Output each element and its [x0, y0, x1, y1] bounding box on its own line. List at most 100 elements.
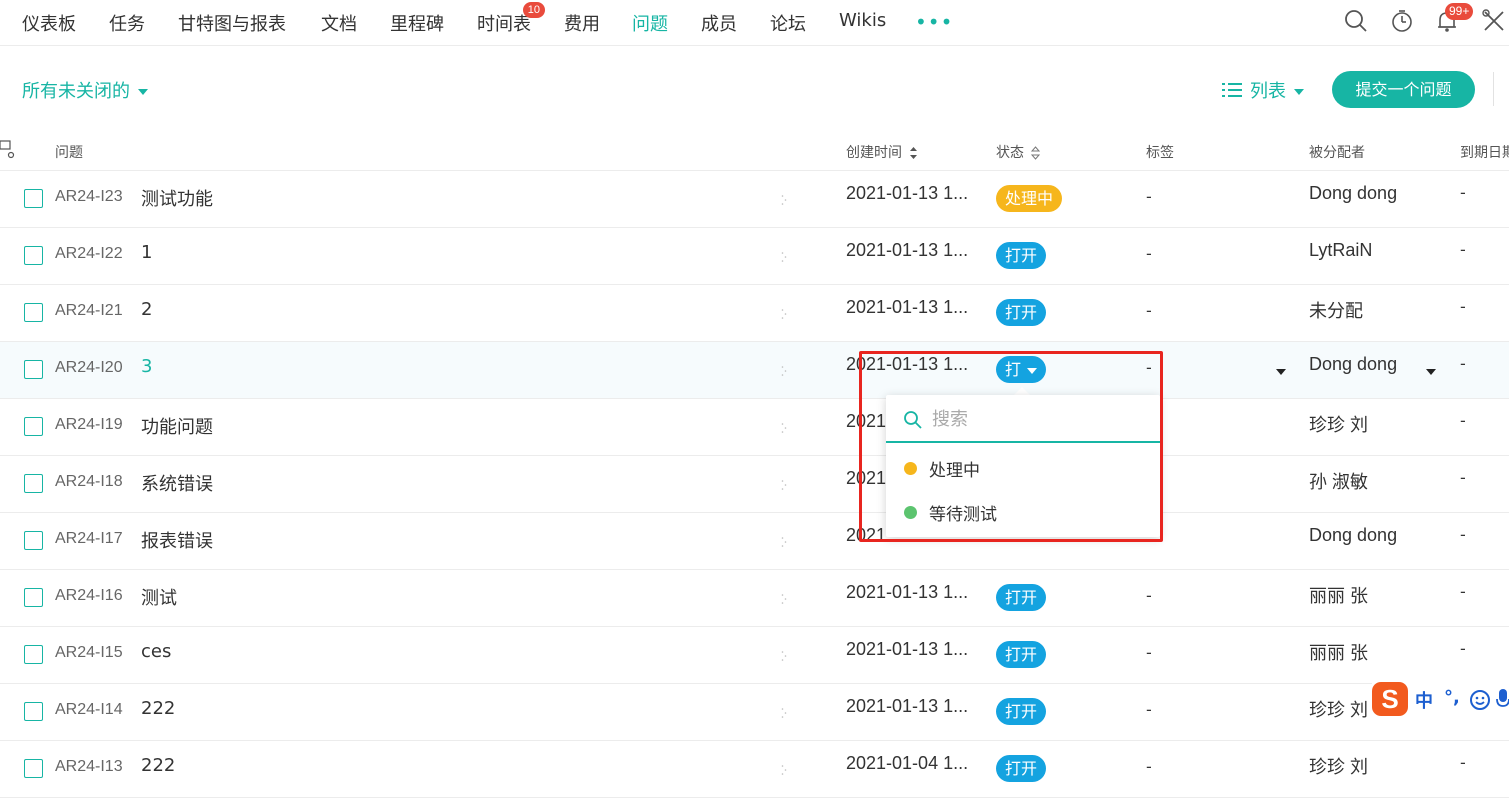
ime-mode-toggle[interactable]: 中 — [1415, 687, 1433, 713]
table-row-hovered[interactable]: AR24-I20 3 2021-01-13 1... 打 - Dong dong… — [0, 342, 1509, 399]
assignee-cell[interactable]: 未分配 — [1309, 297, 1363, 323]
row-checkbox[interactable] — [24, 189, 43, 208]
table-row[interactable]: AR24-I13 222 2021-01-04 1... 打开 - 珍珍 刘 - — [0, 741, 1509, 798]
status-badge[interactable]: 处理中 — [996, 185, 1063, 212]
assignee-cell[interactable]: Dong dong — [1309, 183, 1397, 204]
drag-handle-icon[interactable] — [781, 706, 787, 720]
issue-title[interactable]: 测试功能 — [141, 185, 213, 211]
drag-handle-icon[interactable] — [781, 250, 787, 264]
row-checkbox[interactable] — [24, 246, 43, 265]
search-icon[interactable] — [1343, 8, 1369, 34]
drag-handle-icon[interactable] — [781, 649, 787, 663]
status-badge[interactable]: 打开 — [996, 698, 1047, 725]
nav-milestones[interactable]: 里程碑 — [390, 10, 444, 36]
drag-handle-icon[interactable] — [781, 193, 787, 207]
ime-logo-icon[interactable]: S — [1372, 682, 1408, 716]
row-checkbox[interactable] — [24, 645, 43, 664]
header-created-label: 创建时间 — [846, 145, 902, 161]
assignee-cell[interactable]: 珍珍 刘 — [1309, 696, 1368, 722]
status-badge[interactable]: 打开 — [996, 584, 1047, 611]
view-mode-dropdown[interactable]: 列表 — [1222, 77, 1304, 103]
table-row[interactable]: AR24-I16 测试 2021-01-13 1... 打开 - 丽丽 张 - — [0, 570, 1509, 627]
tags-cell: - — [1146, 358, 1152, 377]
assignee-cell[interactable]: Dong dong — [1309, 525, 1397, 546]
row-checkbox[interactable] — [24, 759, 43, 778]
table-row[interactable]: AR24-I19 功能问题 2021 珍珍 刘 - — [0, 399, 1509, 456]
status-badge[interactable]: 打开 — [996, 641, 1047, 668]
nav-documents[interactable]: 文档 — [321, 10, 357, 36]
issue-title[interactable]: ces — [141, 641, 171, 662]
table-row[interactable]: AR24-I14 222 2021-01-13 1... 打开 - 珍珍 刘 — [0, 684, 1509, 741]
microphone-icon[interactable] — [1496, 688, 1509, 712]
tools-icon[interactable] — [1481, 8, 1507, 34]
header-created-sortable[interactable]: 创建时间 — [846, 142, 918, 162]
issue-title[interactable]: 功能问题 — [141, 413, 213, 439]
nav-issues[interactable]: 问题 — [632, 10, 668, 36]
column-settings-icon[interactable] — [0, 140, 16, 160]
issue-title[interactable]: 报表错误 — [141, 527, 213, 553]
emoji-icon[interactable] — [1469, 689, 1491, 711]
assignee-dropdown-chevron-icon[interactable] — [1426, 369, 1436, 375]
header-status-sortable[interactable]: 状态 — [996, 142, 1041, 162]
issue-title[interactable]: 222 — [141, 698, 175, 719]
nav-expenses[interactable]: 费用 — [564, 10, 600, 36]
issue-title[interactable]: 系统错误 — [141, 470, 213, 496]
more-menu-icon[interactable]: ••• — [915, 10, 953, 34]
status-badge[interactable]: 打开 — [996, 755, 1047, 782]
drag-handle-icon[interactable] — [781, 763, 787, 777]
drag-handle-icon[interactable] — [781, 535, 787, 549]
table-row[interactable]: AR24-I22 1 2021-01-13 1... 打开 - LytRaiN … — [0, 228, 1509, 285]
nav-gantt-reports[interactable]: 甘特图与报表 — [178, 10, 286, 36]
row-checkbox[interactable] — [24, 360, 43, 379]
nav-timesheets[interactable]: 时间表 10 — [477, 2, 545, 36]
status-color-dot — [904, 506, 917, 519]
status-badge[interactable]: 打开 — [996, 299, 1047, 326]
assignee-cell[interactable]: 珍珍 刘 — [1309, 411, 1368, 437]
header-tags: 标签 — [1146, 145, 1174, 161]
table-row[interactable]: AR24-I17 报表错误 2021 Dong dong - — [0, 513, 1509, 570]
assignee-cell[interactable]: 孙 淑敏 — [1309, 468, 1368, 494]
status-option-in-progress[interactable]: 处理中 — [886, 447, 1160, 487]
timer-icon[interactable] — [1389, 8, 1415, 34]
status-option-awaiting-test[interactable]: 等待测试 — [886, 491, 1160, 531]
row-checkbox[interactable] — [24, 417, 43, 436]
status-color-dot — [904, 462, 917, 475]
assignee-cell[interactable]: LytRaiN — [1309, 240, 1372, 261]
issue-title[interactable]: 222 — [141, 755, 175, 776]
ime-punctuation-toggle[interactable]: °, — [1444, 687, 1460, 708]
nav-tasks[interactable]: 任务 — [109, 10, 145, 36]
status-search-input[interactable] — [932, 405, 1142, 433]
issue-title[interactable]: 3 — [141, 356, 152, 377]
drag-handle-icon[interactable] — [781, 478, 787, 492]
drag-handle-icon[interactable] — [781, 421, 787, 435]
nav-forums[interactable]: 论坛 — [770, 10, 806, 36]
status-option-label: 处理中 — [929, 461, 980, 481]
row-checkbox[interactable] — [24, 588, 43, 607]
table-row[interactable]: AR24-I15 ces 2021-01-13 1... 打开 - 丽丽 张 - — [0, 627, 1509, 684]
row-checkbox[interactable] — [24, 474, 43, 493]
submit-issue-button[interactable]: 提交一个问题 — [1332, 71, 1475, 108]
drag-handle-icon[interactable] — [781, 592, 787, 606]
row-checkbox[interactable] — [24, 303, 43, 322]
issue-title[interactable]: 测试 — [141, 584, 177, 610]
assignee-cell[interactable]: Dong dong — [1309, 354, 1397, 375]
nav-dashboard[interactable]: 仪表板 — [22, 10, 76, 36]
issue-title[interactable]: 1 — [141, 242, 152, 263]
assignee-cell[interactable]: 丽丽 张 — [1309, 639, 1368, 665]
issue-filter-dropdown[interactable]: 所有未关闭的 — [22, 77, 148, 103]
status-dropdown-trigger[interactable]: 打 — [996, 356, 1047, 383]
assignee-cell[interactable]: 丽丽 张 — [1309, 582, 1368, 608]
row-checkbox[interactable] — [24, 531, 43, 550]
table-row[interactable]: AR24-I18 系统错误 2021 孙 淑敏 - — [0, 456, 1509, 513]
nav-wikis[interactable]: Wikis — [839, 10, 886, 31]
issue-title[interactable]: 2 — [141, 299, 152, 320]
drag-handle-icon[interactable] — [781, 307, 787, 321]
drag-handle-icon[interactable] — [781, 364, 787, 378]
tags-dropdown-chevron-icon[interactable] — [1276, 369, 1286, 375]
assignee-cell[interactable]: 珍珍 刘 — [1309, 753, 1368, 779]
row-checkbox[interactable] — [24, 702, 43, 721]
nav-members[interactable]: 成员 — [701, 10, 737, 36]
table-row[interactable]: AR24-I21 2 2021-01-13 1... 打开 - 未分配 - — [0, 285, 1509, 342]
table-row[interactable]: AR24-I23 测试功能 2021-01-13 1... 处理中 - Dong… — [0, 171, 1509, 228]
status-badge[interactable]: 打开 — [996, 242, 1047, 269]
